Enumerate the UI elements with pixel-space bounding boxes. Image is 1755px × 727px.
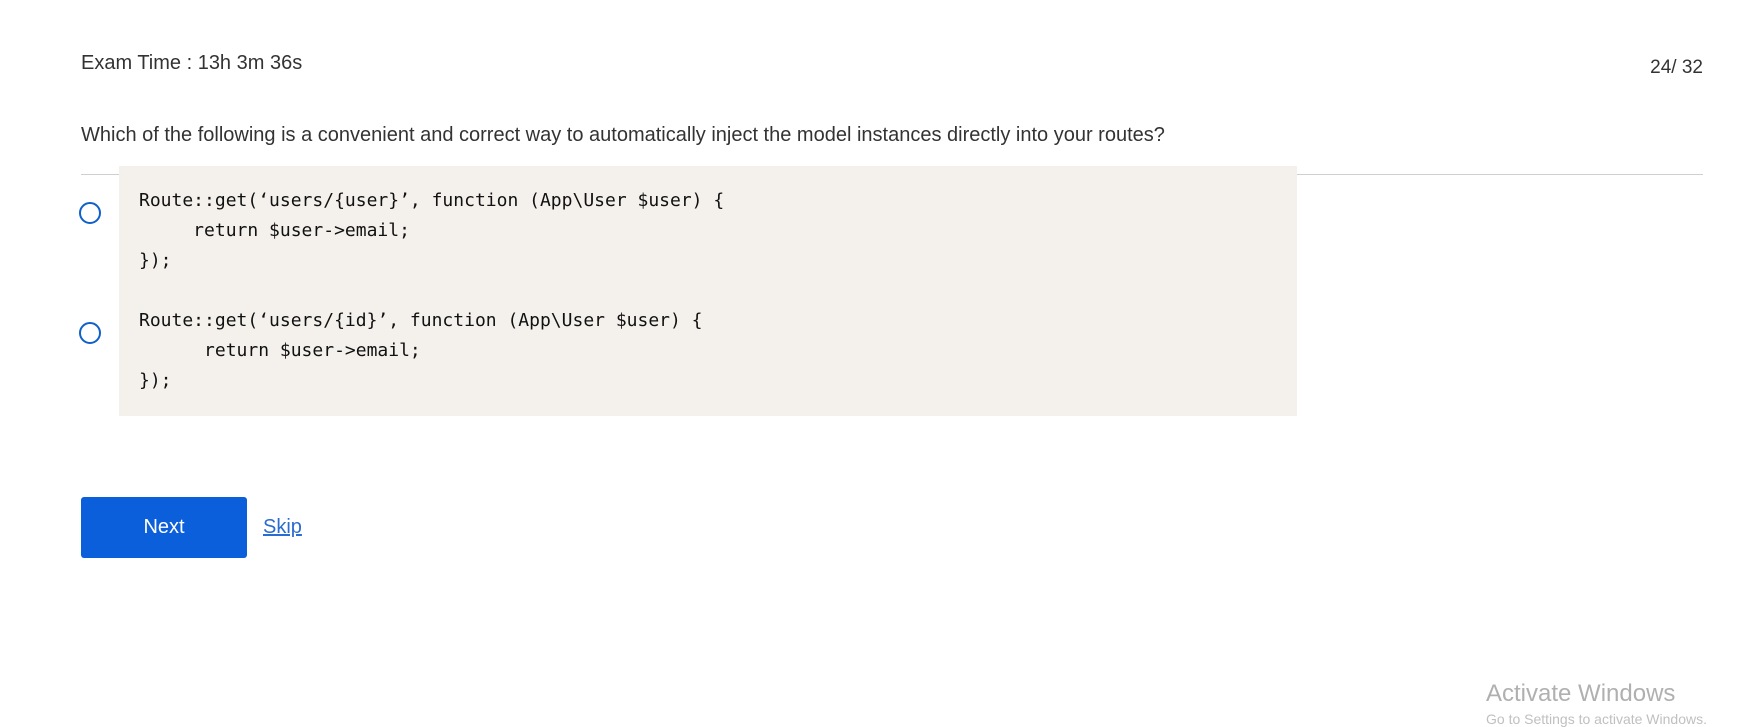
option-2-code: Route::get(‘users/{id}’, function (App\U…: [139, 310, 703, 391]
question-text: Which of the following is a convenient a…: [81, 124, 1165, 146]
exam-timer: Exam Time : 13h 3m 36s: [81, 52, 303, 74]
activate-windows-subtext: Go to Settings to activate Windows.: [1486, 711, 1707, 727]
skip-link[interactable]: Skip: [263, 516, 302, 539]
activate-windows-watermark: Activate Windows: [1486, 680, 1676, 707]
next-button[interactable]: Next: [81, 497, 247, 558]
option-1-code: Route::get(‘users/{user}’, function (App…: [139, 190, 725, 271]
option-2-radio-button[interactable]: [79, 322, 101, 344]
option-1-radio-button[interactable]: [79, 202, 101, 224]
question-progress: 24/ 32: [1650, 57, 1703, 78]
